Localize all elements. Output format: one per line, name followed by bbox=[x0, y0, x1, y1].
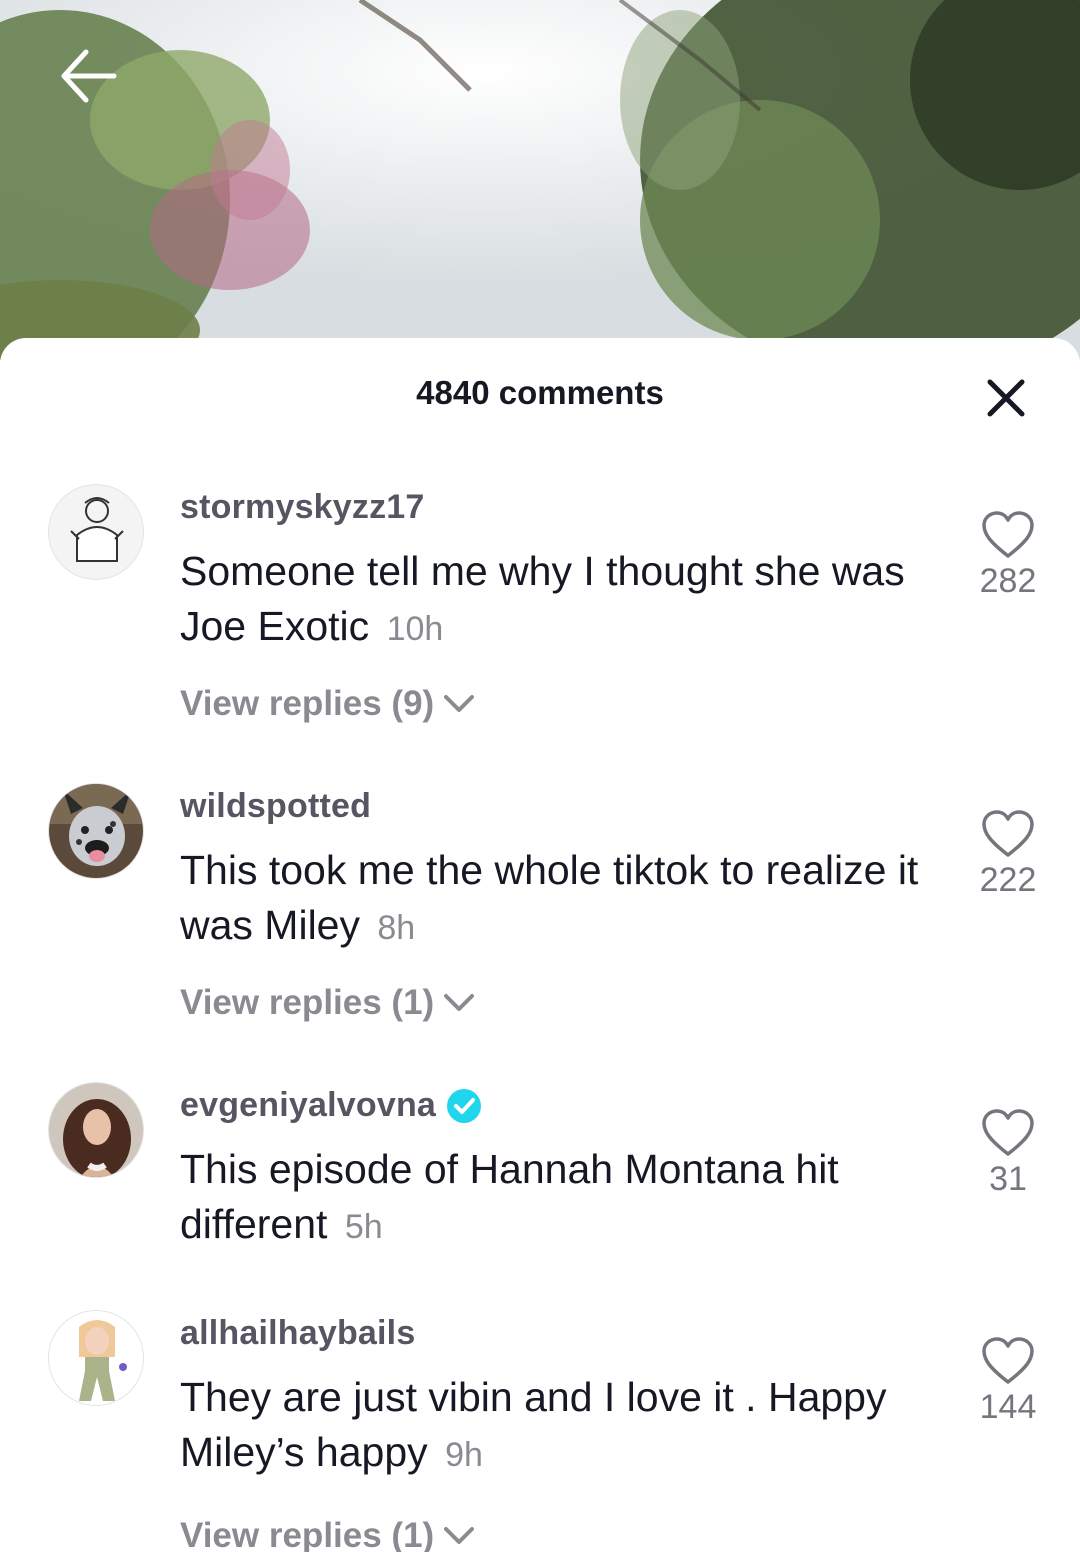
chevron-down-icon bbox=[444, 695, 475, 712]
comment-timestamp: 10h bbox=[386, 610, 444, 648]
chevron-down-icon bbox=[444, 994, 475, 1011]
avatar[interactable] bbox=[48, 1310, 144, 1406]
comments-header: 4840 comments bbox=[0, 338, 1080, 456]
comment-text: They are just vibin and I love it . Happ… bbox=[180, 1374, 887, 1475]
like-count: 282 bbox=[979, 562, 1037, 600]
heart-icon[interactable] bbox=[980, 510, 1036, 560]
comment-text: Someone tell me why I thought she was Jo… bbox=[180, 548, 905, 649]
avatar-image bbox=[49, 485, 143, 579]
like-control: 222 bbox=[968, 809, 1048, 900]
chevron-down-icon bbox=[444, 1527, 475, 1544]
avatar-image bbox=[49, 1311, 143, 1405]
comment-body: This took me the whole tiktok to realize… bbox=[180, 843, 920, 956]
view-replies-label: View replies (9) bbox=[180, 684, 435, 723]
avatar[interactable] bbox=[48, 1082, 144, 1178]
comment-username[interactable]: wildspotted bbox=[180, 787, 371, 826]
avatar[interactable] bbox=[48, 783, 144, 879]
comment-timestamp: 8h bbox=[377, 909, 416, 947]
comment-body: This episode of Hannah Montana hit diffe… bbox=[180, 1142, 920, 1255]
comment-body: They are just vibin and I love it . Happ… bbox=[180, 1370, 920, 1483]
avatar[interactable] bbox=[48, 484, 144, 580]
verified-badge-icon bbox=[447, 1088, 482, 1123]
like-count: 144 bbox=[979, 1388, 1037, 1426]
view-replies-button[interactable]: View replies (1) bbox=[180, 983, 476, 1023]
comment-text: This took me the whole tiktok to realize… bbox=[180, 847, 919, 948]
arrow-left-icon bbox=[61, 49, 117, 103]
view-replies-label: View replies (1) bbox=[180, 1516, 435, 1552]
comment-count-title: 4840 comments bbox=[416, 374, 664, 411]
comment-username[interactable]: stormyskyzz17 bbox=[180, 488, 425, 527]
avatar-image bbox=[49, 1083, 143, 1177]
close-icon bbox=[987, 379, 1025, 417]
view-replies-button[interactable]: View replies (1) bbox=[180, 1516, 476, 1552]
video-frame-image bbox=[0, 0, 1080, 360]
like-count: 31 bbox=[989, 1160, 1027, 1198]
username-text: wildspotted bbox=[180, 787, 372, 825]
video-preview bbox=[0, 0, 1080, 360]
username-text: stormyskyzz17 bbox=[180, 488, 425, 526]
comment-text: This episode of Hannah Montana hit diffe… bbox=[180, 1146, 839, 1247]
heart-icon[interactable] bbox=[980, 809, 1036, 859]
heart-icon[interactable] bbox=[980, 1336, 1036, 1386]
like-count: 222 bbox=[979, 861, 1037, 899]
comment-body: Someone tell me why I thought she was Jo… bbox=[180, 544, 920, 657]
comment-timestamp: 5h bbox=[344, 1208, 383, 1246]
like-control: 282 bbox=[968, 510, 1048, 601]
avatar-image bbox=[49, 784, 143, 878]
back-button[interactable] bbox=[58, 48, 130, 120]
view-replies-label: View replies (1) bbox=[180, 983, 435, 1022]
username-text: evgeniyalvovna bbox=[180, 1086, 437, 1124]
comment-username[interactable]: allhailhaybails bbox=[180, 1314, 415, 1353]
view-replies-button[interactable]: View replies (9) bbox=[180, 684, 476, 724]
like-control: 31 bbox=[968, 1108, 1048, 1199]
username-text: allhailhaybails bbox=[180, 1314, 416, 1352]
comment-timestamp: 9h bbox=[445, 1436, 483, 1474]
comments-sheet: 4840 comments stormyskyzz17 Someone tell… bbox=[0, 338, 1080, 1552]
like-control: 144 bbox=[968, 1336, 1048, 1427]
close-button[interactable] bbox=[976, 368, 1036, 428]
heart-icon[interactable] bbox=[980, 1108, 1036, 1158]
comment-username[interactable]: evgeniyalvovna bbox=[180, 1086, 482, 1125]
